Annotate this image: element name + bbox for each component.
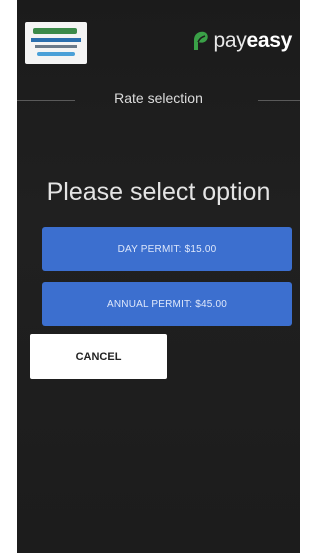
cancel-button[interactable]: CANCEL [30,334,167,379]
app-screen: payeasy Rate selection Please select opt… [17,0,300,553]
day-permit-button[interactable]: DAY PERMIT: $15.00 [42,227,292,271]
annual-permit-label: ANNUAL PERMIT: $45.00 [107,298,227,310]
section-title: Rate selection [114,90,203,106]
brand-name: payeasy [214,29,293,53]
annual-permit-button[interactable]: ANNUAL PERMIT: $45.00 [42,282,292,326]
day-permit-label: DAY PERMIT: $15.00 [117,243,217,255]
brand-name-bold: easy [246,29,292,52]
divider-right [258,100,300,101]
organization-logo [25,22,87,64]
payeasy-leaf-icon [193,31,208,50]
prompt-heading: Please select option [46,178,271,206]
cancel-label: CANCEL [75,350,122,363]
payeasy-logo: payeasy [190,26,293,56]
brand-name-light: pay [213,29,247,52]
